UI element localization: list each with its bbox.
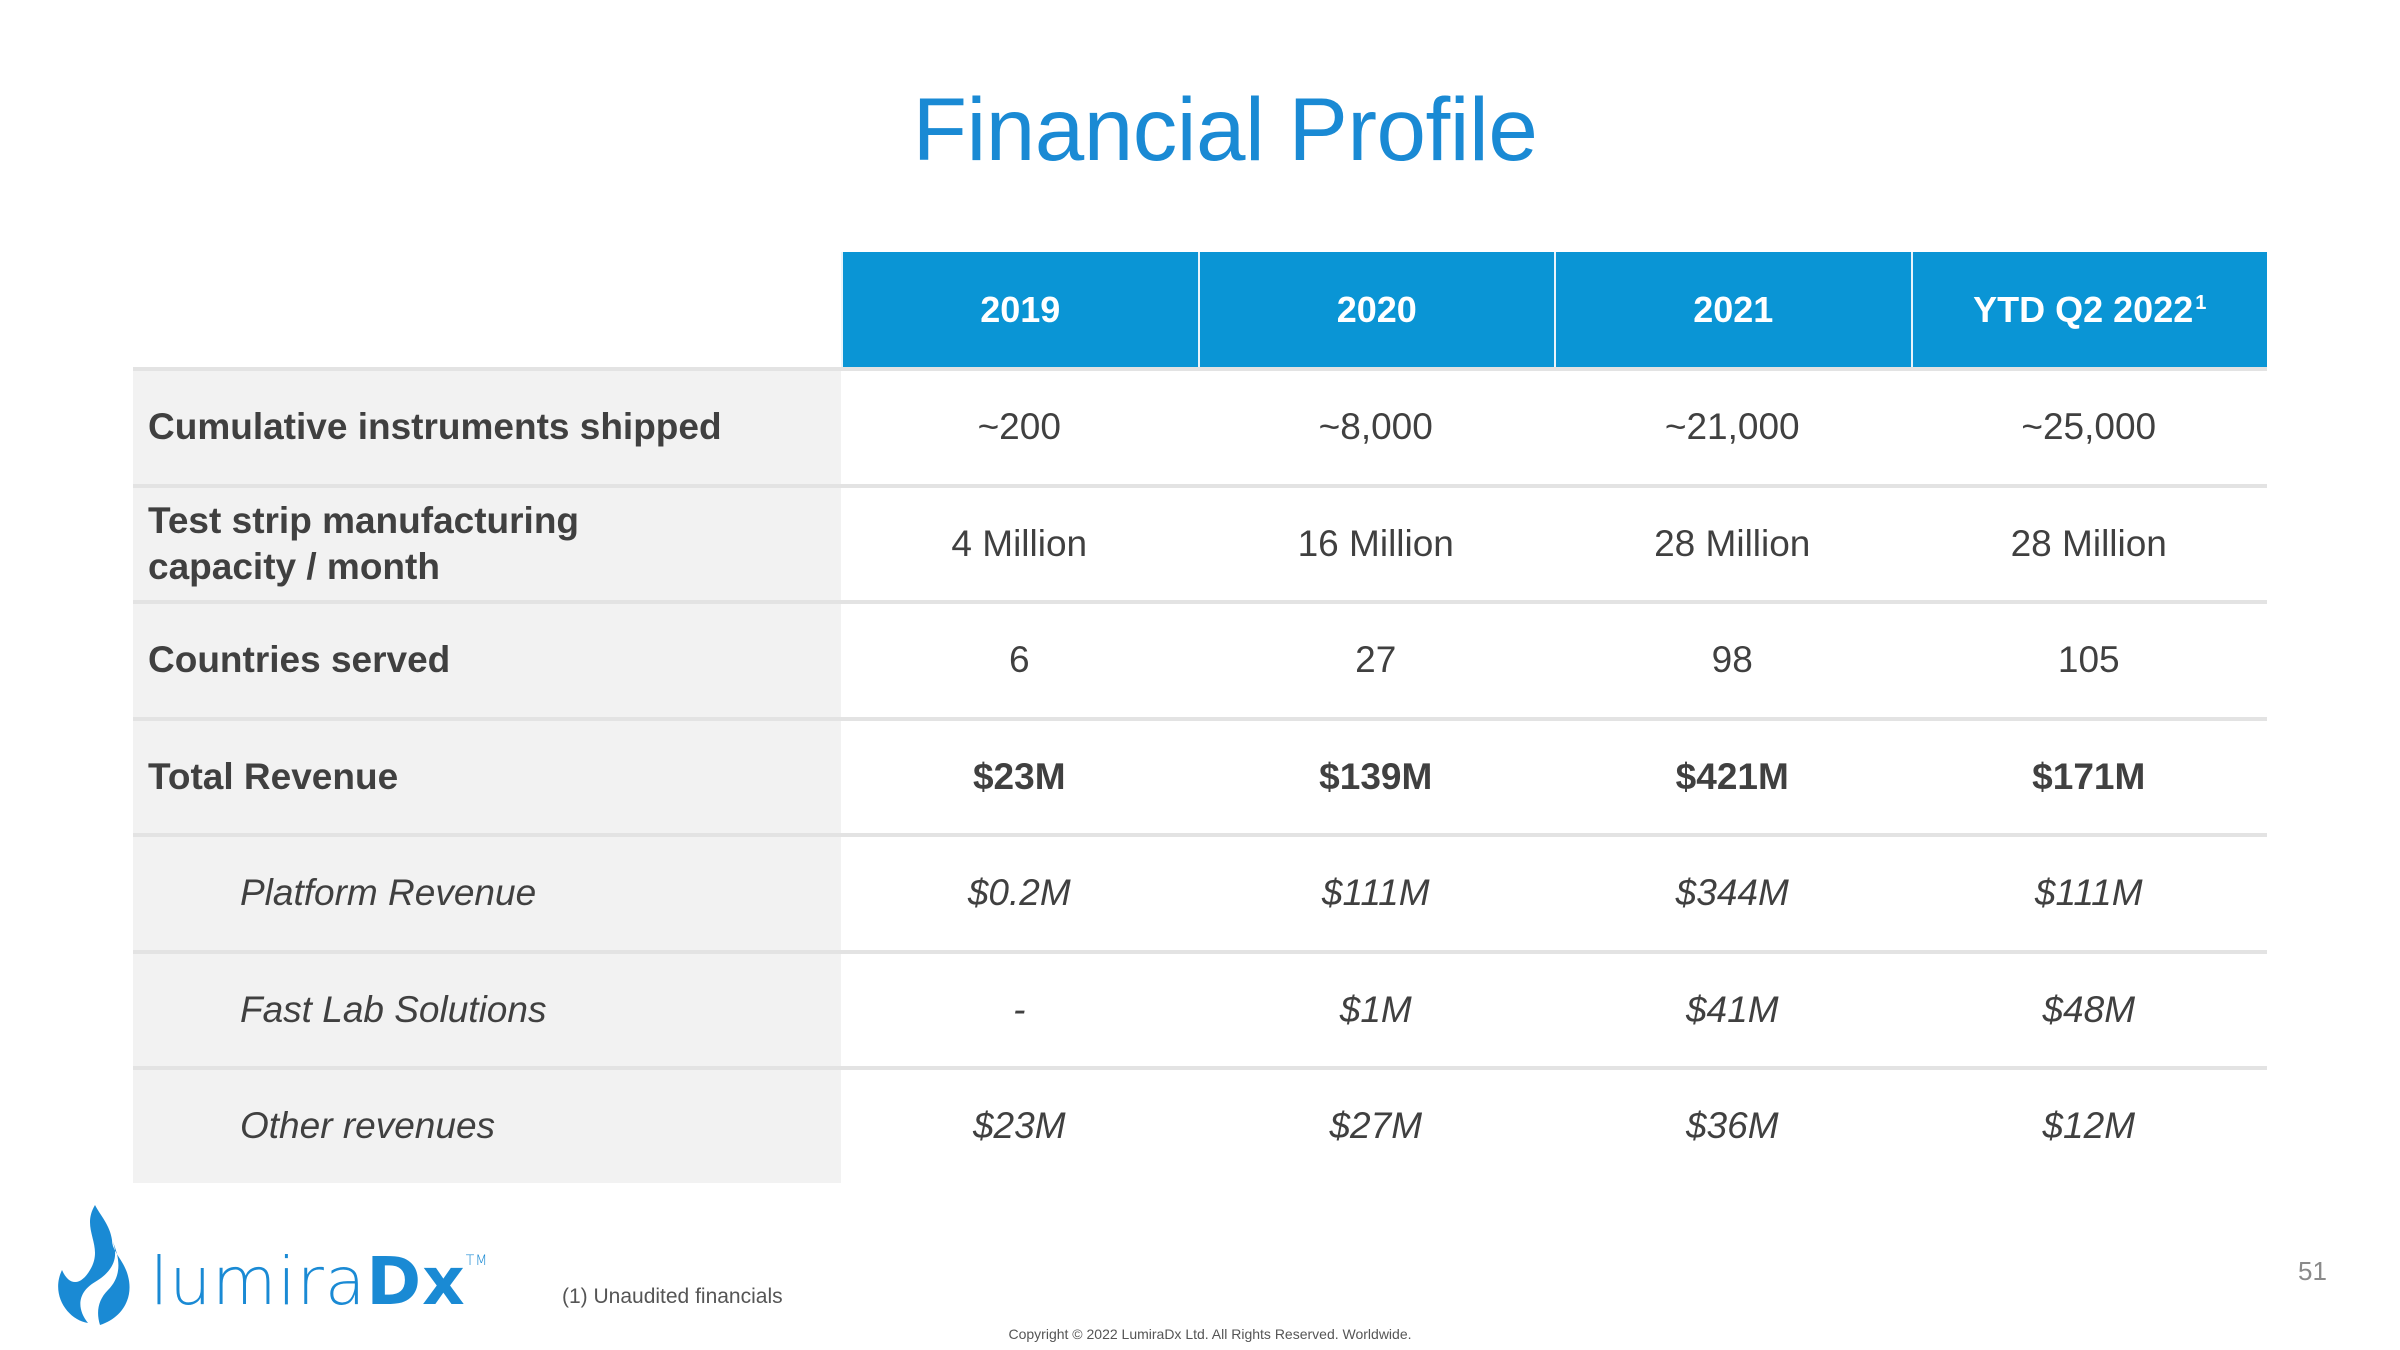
column-header-ytd-q2-2022: YTD Q2 2022 1 [1910, 252, 2267, 367]
table-cell: 98 [1711, 639, 1753, 681]
table-cell: $23M [972, 1105, 1066, 1147]
page-number: 51 [2298, 1256, 2327, 1286]
table-row-sub: Platform Revenue $0.2M $111M $344M $111M [133, 833, 2267, 950]
table-cell: 16 Million [1297, 522, 1454, 564]
row-label: Fast Lab Solutions [133, 953, 841, 1066]
table-row: Countries served 6 27 98 105 [133, 600, 2267, 717]
table-header-row: 2019 2020 2021 YTD Q2 2022 1 [133, 252, 2267, 367]
row-label: Platform Revenue [133, 837, 841, 950]
table-cell: $111M [1321, 872, 1430, 914]
footnote: (1) Unaudited financials [562, 1285, 783, 1308]
table-cell: $421M [1675, 755, 1789, 797]
row-label: Total Revenue [133, 720, 841, 833]
row-label: Cumulative instruments shipped [133, 371, 841, 484]
header-spacer [133, 252, 841, 367]
table-cell: ~8,000 [1318, 406, 1433, 448]
footnote-marker: 1 [2195, 292, 2207, 314]
table-cell: $41M [1685, 988, 1779, 1030]
financial-profile-table: 2019 2020 2021 YTD Q2 2022 1 Cumulative i… [133, 252, 2267, 1183]
table-cell: $12M [2042, 1105, 2136, 1147]
table-cell: $344M [1675, 872, 1789, 914]
column-header-2020: 2020 [1197, 252, 1554, 367]
table-cell: 27 [1355, 639, 1397, 681]
table-cell: 6 [1008, 639, 1030, 681]
slide-title: Financial Profile [912, 79, 1538, 179]
column-header-2019: 2019 [841, 252, 1198, 367]
table-cell: $1M [1339, 988, 1412, 1030]
table-row-total-revenue: Total Revenue $23M $139M $421M $171M [133, 716, 2267, 833]
table-cell: ~200 [977, 406, 1061, 448]
table-cell: $0.2M [967, 872, 1071, 914]
lumiradx-logo-text: lumiraDxTM [150, 1243, 489, 1320]
table-cell: $36M [1685, 1105, 1779, 1147]
table-cell: 28 Million [2010, 522, 2167, 564]
table-cell: 105 [2057, 639, 2120, 681]
column-header-2021: 2021 [1554, 252, 1911, 367]
copyright: Copyright © 2022 LumiraDx Ltd. All Right… [1008, 1326, 1412, 1342]
table-row-sub: Other revenues $23M $27M $36M $12M [133, 1066, 2267, 1183]
row-label: Other revenues [133, 1070, 841, 1183]
table-cell: 28 Million [1654, 522, 1811, 564]
table-cell: ~21,000 [1664, 406, 1800, 448]
table-cell: - [1013, 988, 1026, 1030]
table-row-sub: Fast Lab Solutions - $1M $41M $48M [133, 949, 2267, 1066]
row-label: Test strip manufacturing capacity / mont… [133, 487, 841, 600]
table-cell: $111M [2034, 872, 2143, 914]
table-cell: $171M [2032, 755, 2146, 797]
table-cell: $23M [972, 755, 1066, 797]
table-row: Test strip manufacturing capacity / mont… [133, 483, 2267, 600]
row-label: Countries served [133, 604, 841, 717]
table-row: Cumulative instruments shipped ~200 ~8,0… [133, 367, 2267, 484]
table-cell: $48M [2042, 988, 2136, 1030]
table-cell: 4 Million [951, 522, 1088, 564]
table-cell: $139M [1319, 755, 1433, 797]
table-cell: $27M [1329, 1105, 1423, 1147]
table-cell: ~25,000 [2021, 406, 2157, 448]
